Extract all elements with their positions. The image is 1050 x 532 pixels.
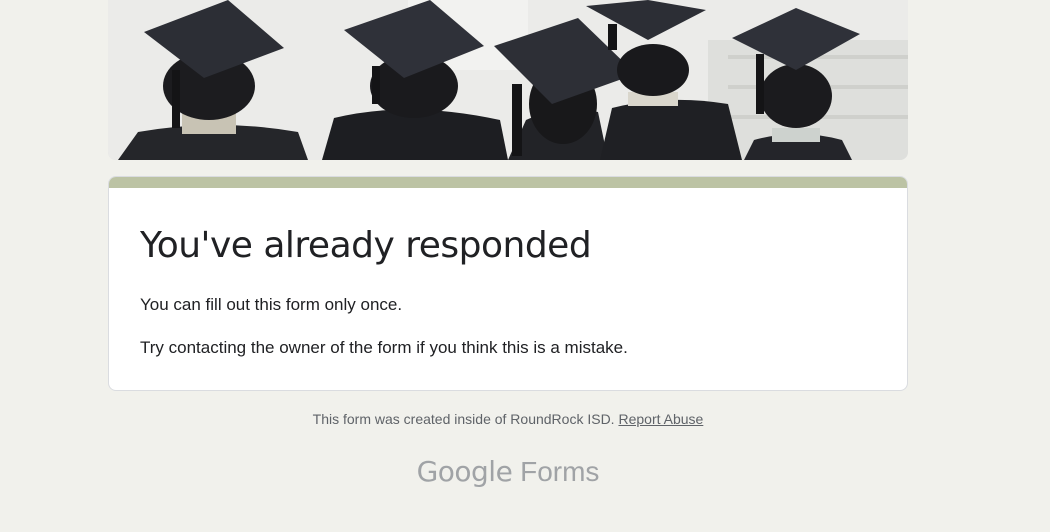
google-wordmark: Google — [416, 455, 513, 488]
google-forms-logo[interactable]: Google Forms — [0, 455, 1016, 488]
report-abuse-link[interactable]: Report Abuse — [618, 411, 703, 427]
forms-wordmark: Forms — [520, 456, 600, 487]
contact-owner-message: Try contacting the owner of the form if … — [140, 338, 628, 357]
header-image-graduates — [108, 0, 908, 160]
card-accent-bar — [109, 177, 907, 188]
footer-note: This form was created inside of RoundRoc… — [0, 411, 1016, 427]
footer-created-inside-text: This form was created inside of RoundRoc… — [312, 411, 615, 427]
card-title: You've already responded — [140, 225, 592, 266]
already-responded-card: You've already responded You can fill ou… — [108, 176, 908, 391]
graduation-caps-illustration — [108, 0, 908, 160]
fill-once-message: You can fill out this form only once. — [140, 295, 403, 314]
